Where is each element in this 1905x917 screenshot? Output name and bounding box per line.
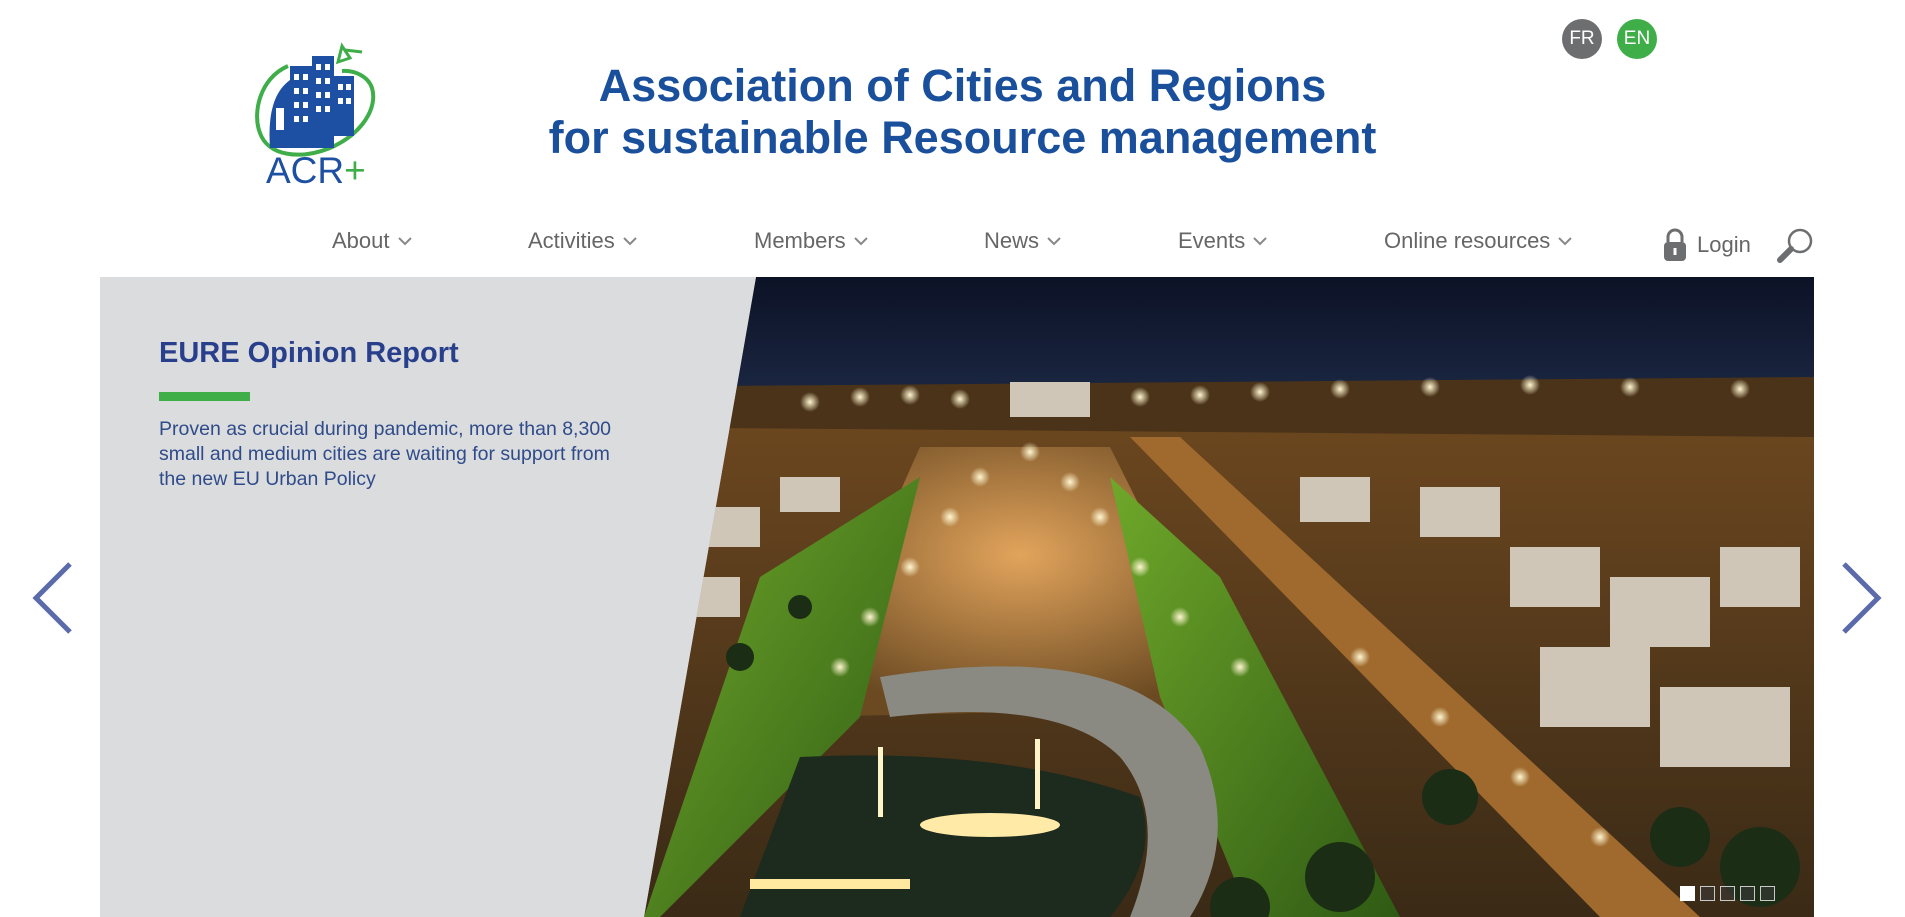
slide-title[interactable]: EURE Opinion Report bbox=[159, 337, 659, 370]
main-nav: About Activities Members News Events Onl… bbox=[0, 228, 1905, 262]
chevron-down-icon bbox=[853, 237, 868, 246]
slider-dot[interactable] bbox=[1720, 886, 1735, 901]
login-label: Login bbox=[1697, 232, 1751, 257]
login-button[interactable]: Login bbox=[1663, 228, 1751, 262]
site-title-line2: for sustainable Resource management bbox=[548, 112, 1377, 163]
lang-en-button[interactable]: EN bbox=[1617, 19, 1657, 59]
slider-dot[interactable] bbox=[1680, 886, 1695, 901]
nav-item-label: Activities bbox=[528, 228, 615, 253]
lock-icon bbox=[1664, 228, 1686, 261]
site-title: Association of Cities and Regions for su… bbox=[540, 60, 1385, 164]
slider-prev-arrow-icon[interactable] bbox=[30, 560, 74, 636]
nav-item-news[interactable]: News bbox=[984, 228, 1061, 254]
nav-item-label: About bbox=[332, 228, 390, 253]
nav-item-online-resources[interactable]: Online resources bbox=[1384, 228, 1573, 254]
nav-item-label: Online resources bbox=[1384, 228, 1551, 253]
slider-pagination bbox=[1680, 886, 1775, 901]
nav-item-label: Members bbox=[754, 228, 846, 253]
site-title-line1: Association of Cities and Regions bbox=[598, 60, 1327, 111]
chevron-down-icon bbox=[397, 237, 412, 246]
search-icon[interactable] bbox=[1776, 226, 1816, 266]
nav-item-about[interactable]: About bbox=[332, 228, 412, 254]
chevron-down-icon bbox=[1253, 237, 1267, 246]
slider-dot[interactable] bbox=[1700, 886, 1715, 901]
nav-item-members[interactable]: Members bbox=[754, 228, 868, 254]
chevron-down-icon bbox=[1047, 237, 1061, 246]
chevron-down-icon bbox=[623, 237, 637, 246]
chevron-down-icon bbox=[1558, 237, 1573, 246]
lang-fr-button[interactable]: FR bbox=[1562, 19, 1602, 59]
logo-wordmark: ACR+ bbox=[266, 150, 366, 191]
nav-item-label: Events bbox=[1178, 228, 1246, 253]
slider-dot[interactable] bbox=[1740, 886, 1755, 901]
slide-caption: EURE Opinion Report Proven as crucial du… bbox=[159, 337, 659, 492]
slide-text: Proven as crucial during pandemic, more … bbox=[159, 418, 612, 490]
hero-slider: EURE Opinion Report Proven as crucial du… bbox=[100, 277, 1814, 917]
slider-dot[interactable] bbox=[1760, 886, 1775, 901]
nav-item-label: News bbox=[984, 228, 1040, 253]
nav-item-events[interactable]: Events bbox=[1178, 228, 1267, 254]
slide-title-underline bbox=[159, 392, 250, 401]
nav-item-activities[interactable]: Activities bbox=[528, 228, 637, 254]
slider-next-arrow-icon[interactable] bbox=[1840, 560, 1884, 636]
